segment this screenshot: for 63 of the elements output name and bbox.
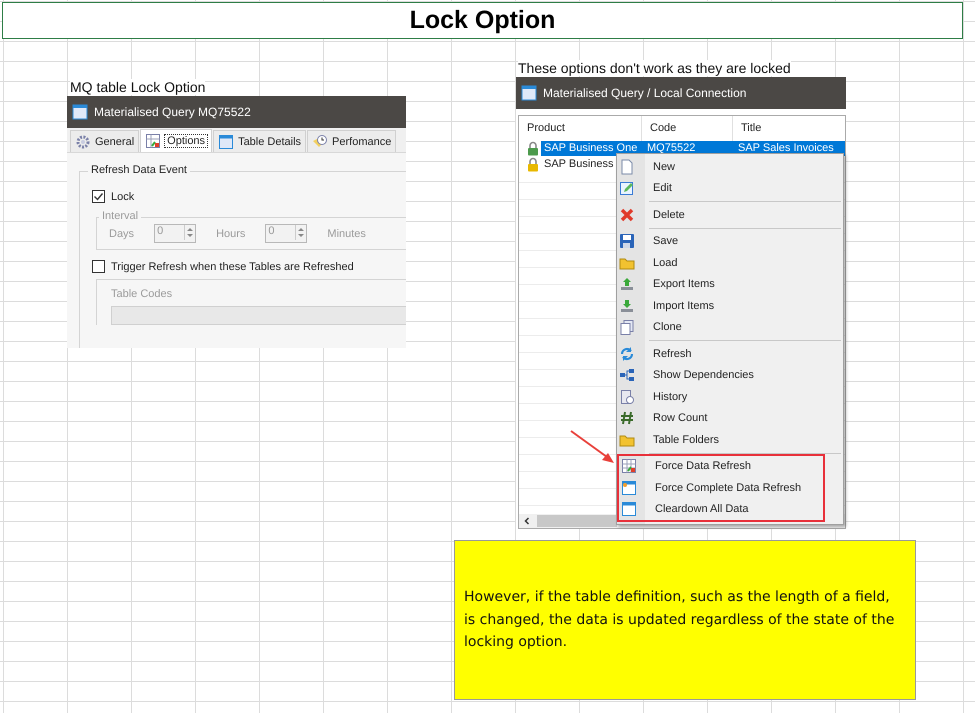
checkbox[interactable] [92, 260, 105, 273]
spinner-arrows-icon [184, 225, 196, 240]
menu-item[interactable]: Force Data Refresh [619, 456, 823, 477]
tray-arrow-icon [619, 298, 635, 314]
window-icon [621, 501, 637, 518]
input-field[interactable] [111, 306, 406, 325]
spinner-arrows-icon [295, 225, 306, 240]
checkbox-label: Lock [111, 190, 134, 202]
checkbox-label: Trigger Refresh when these Tables are Refreshed [111, 260, 354, 272]
pages-icon [619, 319, 635, 336]
pointer-arrow [569, 429, 615, 465]
caption-text: MQ table Lock Option [70, 79, 206, 95]
caption-text: These options don't work as they are locked [518, 60, 791, 76]
menu-item[interactable]: Save [617, 230, 825, 252]
clock-icon [312, 134, 328, 150]
cross-icon [619, 206, 635, 223]
note-text: However, if the table definition, such as the length of a field, is changed, the data is updated regardless of the state of the locking option. [464, 588, 895, 652]
menu-item[interactable]: New [617, 156, 825, 178]
hash-icon [619, 410, 635, 426]
field-label: Days [109, 228, 134, 240]
table-cell[interactable]: SAP Business One [541, 141, 642, 156]
title-cell: Lock Option [2, 2, 963, 39]
menu-item[interactable]: Table Folders [617, 429, 825, 450]
menu-item[interactable]: Clone [617, 316, 825, 338]
pencil-icon [619, 180, 635, 196]
menu-item[interactable]: Refresh [617, 343, 825, 364]
menu-item[interactable]: Import Items [617, 295, 825, 316]
grid-icon [621, 458, 637, 474]
gear-icon [75, 134, 91, 150]
tab[interactable]: Options [140, 129, 212, 152]
menu-item[interactable]: Cleardown All Data [619, 498, 823, 520]
document-icon [619, 388, 635, 405]
page-icon [619, 158, 635, 175]
table-icon [72, 104, 88, 120]
checkbox[interactable] [92, 190, 105, 203]
window-icon [621, 480, 637, 496]
field-label: Hours [216, 228, 246, 240]
menu-item[interactable]: Export Items [617, 274, 825, 295]
window-title: Materialised Query MQ75522 [94, 105, 251, 119]
tray-arrow-icon [619, 276, 635, 292]
tab[interactable]: General [70, 130, 140, 152]
menu-item[interactable]: Delete [617, 204, 825, 226]
menu-item[interactable]: Force Complete Data Refresh [619, 477, 823, 498]
column-header[interactable]: Title [733, 116, 845, 141]
field-label: Minutes [327, 228, 366, 240]
menu-item[interactable]: History [617, 386, 825, 408]
field-label: Table Codes [111, 288, 174, 300]
table-cell[interactable]: SAP Business [541, 157, 614, 172]
menu-item[interactable]: Show Dependencies [617, 364, 825, 386]
refresh-icon [619, 346, 635, 362]
group-title: Refresh Data Event [88, 164, 190, 176]
table-icon [521, 85, 537, 101]
grid-icon [145, 133, 162, 149]
floppy-icon [619, 233, 635, 250]
menu-item[interactable]: Edit [617, 178, 825, 199]
group-title: Interval [99, 210, 142, 222]
window-title: Materialised Query / Local Connection [543, 86, 746, 100]
menu-item[interactable]: Load [617, 252, 825, 274]
tab[interactable]: Perfomance [307, 130, 396, 152]
nodes-icon [619, 367, 635, 384]
menu-item[interactable]: Row Count [617, 408, 825, 429]
table-icon [218, 134, 234, 150]
tab[interactable]: Table Details [213, 130, 306, 152]
